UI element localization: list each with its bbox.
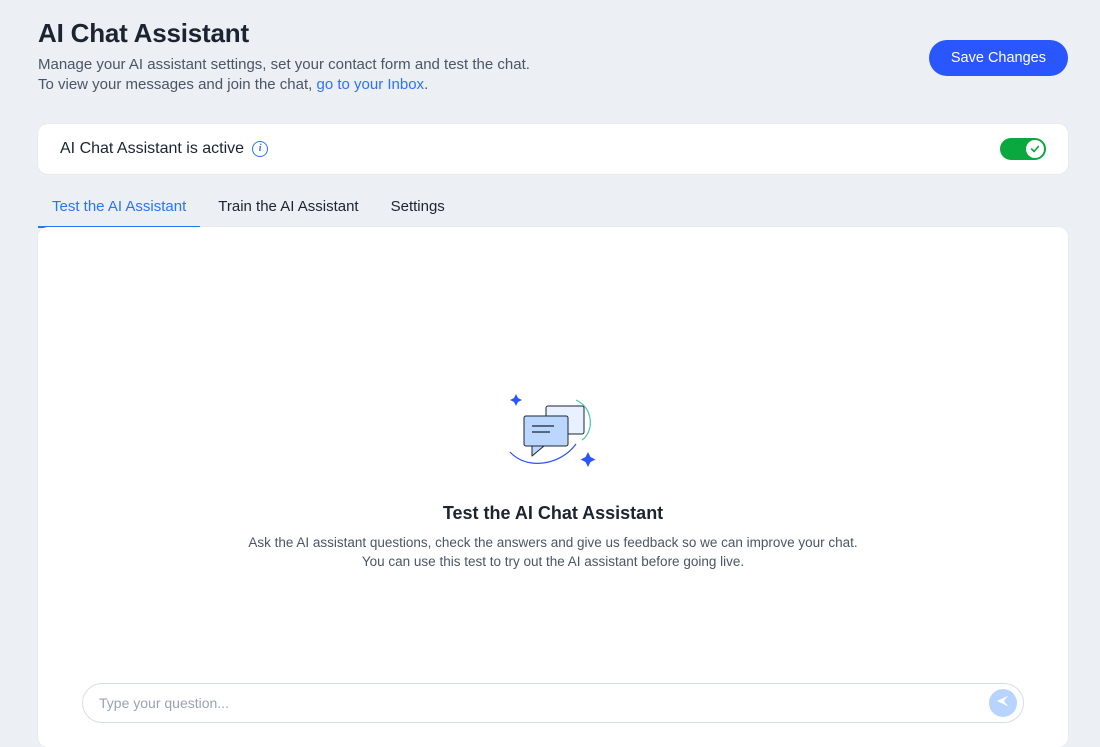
empty-desc-line-1: Ask the AI assistant questions, check th… <box>248 535 857 550</box>
send-button[interactable] <box>989 689 1017 717</box>
subtitle-line-1: Manage your AI assistant settings, set y… <box>38 56 530 73</box>
chat-illustration-icon <box>498 382 608 477</box>
chat-input[interactable] <box>99 695 989 711</box>
status-text: AI Chat Assistant is active <box>60 140 244 158</box>
subtitle-line-2-prefix: To view your messages and join the chat, <box>38 76 316 93</box>
check-icon <box>1026 140 1044 158</box>
inbox-link[interactable]: go to your Inbox <box>316 76 424 93</box>
tab-test[interactable]: Test the AI Assistant <box>52 190 186 227</box>
empty-state-title: Test the AI Chat Assistant <box>443 503 663 524</box>
page-title: AI Chat Assistant <box>38 18 929 49</box>
info-icon[interactable]: i <box>252 141 268 157</box>
empty-state: Test the AI Chat Assistant Ask the AI as… <box>82 251 1024 643</box>
active-toggle[interactable] <box>1000 138 1046 160</box>
save-button[interactable]: Save Changes <box>929 40 1068 76</box>
empty-state-description: Ask the AI assistant questions, check th… <box>248 534 857 572</box>
chat-input-row <box>82 683 1024 723</box>
tab-settings[interactable]: Settings <box>391 190 445 227</box>
tab-train[interactable]: Train the AI Assistant <box>218 190 358 227</box>
main-panel: Test the AI Chat Assistant Ask the AI as… <box>38 227 1068 747</box>
empty-desc-line-2: You can use this test to try out the AI … <box>362 554 744 569</box>
tabs: Test the AI Assistant Train the AI Assis… <box>38 190 1068 227</box>
send-icon <box>996 694 1010 711</box>
status-card: AI Chat Assistant is active i <box>38 124 1068 174</box>
subtitle-line-2-suffix: . <box>424 76 428 93</box>
page-subtitle: Manage your AI assistant settings, set y… <box>38 55 929 96</box>
